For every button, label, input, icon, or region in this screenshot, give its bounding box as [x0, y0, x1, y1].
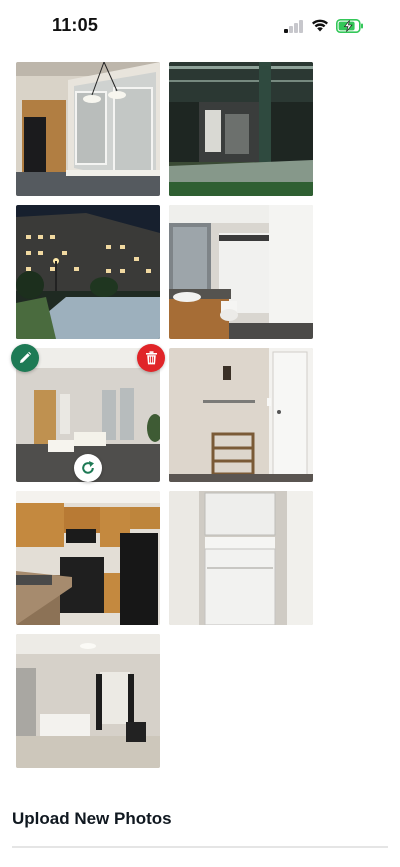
photo-thumbnail-9[interactable]: [16, 634, 160, 768]
photo-image-bathroom: [169, 205, 313, 339]
photo-thumbnail-7[interactable]: [16, 491, 160, 625]
photo-thumbnail-2[interactable]: [169, 62, 313, 196]
status-time: 11:05: [52, 15, 99, 35]
trash-icon: [145, 351, 157, 365]
photo-image-laundry: [169, 491, 313, 625]
section-divider: [12, 846, 388, 848]
delete-photo-button[interactable]: [137, 344, 165, 372]
battery-charging-icon: [336, 19, 363, 33]
photo-image-balcony-night: [169, 62, 313, 196]
photo-image-kitchen-living: [16, 62, 160, 196]
rotate-icon: [82, 461, 94, 474]
pencil-icon: [20, 351, 32, 363]
photo-image-bedroom: [16, 634, 160, 768]
photo-thumbnail-3[interactable]: [16, 205, 160, 339]
photo-image-entry-shelf: [169, 348, 313, 482]
photo-thumbnail-1[interactable]: [16, 62, 160, 196]
upload-new-photos-heading: Upload New Photos: [12, 809, 172, 828]
wifi-icon: [312, 19, 328, 32]
photo-thumbnail-4[interactable]: [169, 205, 313, 339]
photo-image-kitchen: [16, 491, 160, 625]
photo-thumbnail-8[interactable]: [169, 491, 313, 625]
status-bar: 11:05: [0, 0, 400, 54]
photo-image-building-exterior: [16, 205, 160, 339]
edit-photo-button[interactable]: [11, 344, 39, 372]
rotate-photo-button[interactable]: [74, 454, 102, 482]
photo-thumbnail-6[interactable]: [169, 348, 313, 482]
cellular-signal-icon: [284, 20, 306, 33]
